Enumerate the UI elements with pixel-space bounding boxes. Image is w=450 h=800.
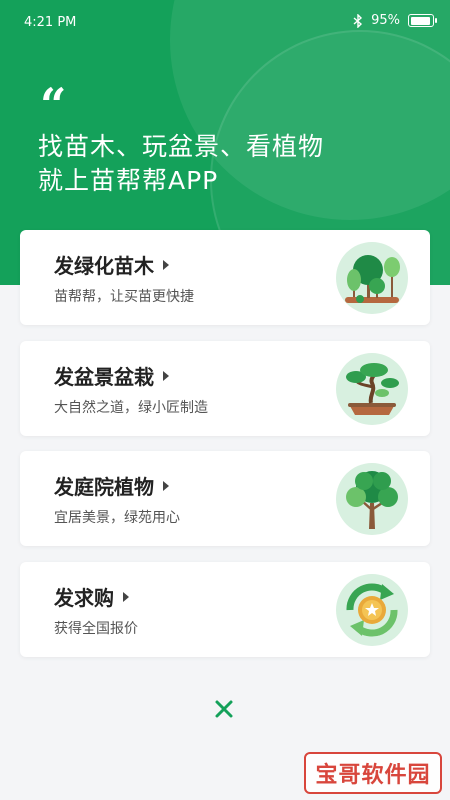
watermark: 宝哥软件园 (304, 752, 442, 794)
card-subtitle: 苗帮帮，让买苗更快捷 (54, 289, 194, 305)
card-title-row: 发庭院植物 (54, 471, 169, 500)
trees-icon (336, 242, 408, 314)
caret-right-icon (163, 480, 169, 491)
headline-line-1: 找苗木、玩盆景、看植物 (38, 132, 325, 161)
card-post-purchase-request[interactable]: 发求购 获得全国报价 (20, 562, 430, 657)
card-title: 发庭院植物 (54, 475, 154, 499)
card-title-row: 发绿化苗木 (54, 250, 169, 279)
hero-headline: 找苗木、玩盆景、看植物 就上苗帮帮APP (38, 130, 324, 198)
card-title: 发求购 (54, 586, 114, 610)
status-right: 95% (353, 13, 437, 28)
card-title: 发绿化苗木 (54, 254, 154, 278)
battery-percent: 95% (371, 13, 400, 28)
quote-mark: “ (40, 78, 67, 132)
caret-right-icon (163, 370, 169, 381)
card-title-row: 发盆景盆栽 (54, 361, 169, 390)
card-title-row: 发求购 (54, 582, 129, 611)
close-icon[interactable] (211, 696, 237, 722)
caret-right-icon (163, 259, 169, 270)
battery-icon (408, 14, 437, 27)
card-post-bonsai[interactable]: 发盆景盆栽 大自然之道，绿小匠制造 (20, 341, 430, 436)
coin-exchange-icon (336, 574, 408, 646)
headline-line-2: 就上苗帮帮APP (38, 166, 219, 195)
tree-icon (336, 463, 408, 535)
card-post-garden-plants[interactable]: 发庭院植物 宜居美景，绿苑用心 (20, 451, 430, 546)
card-title: 发盆景盆栽 (54, 365, 154, 389)
card-subtitle: 大自然之道，绿小匠制造 (54, 400, 208, 416)
battery-level (410, 16, 430, 25)
status-bar: 4:21 PM 95% (0, 0, 450, 46)
card-subtitle: 宜居美景，绿苑用心 (54, 510, 180, 526)
bluetooth-icon (353, 13, 363, 28)
card-subtitle: 获得全国报价 (54, 621, 138, 637)
status-time: 4:21 PM (24, 15, 77, 30)
card-post-nursery-stock[interactable]: 发绿化苗木 苗帮帮，让买苗更快捷 (20, 230, 430, 325)
caret-right-icon (123, 591, 129, 602)
bonsai-icon (336, 353, 408, 425)
